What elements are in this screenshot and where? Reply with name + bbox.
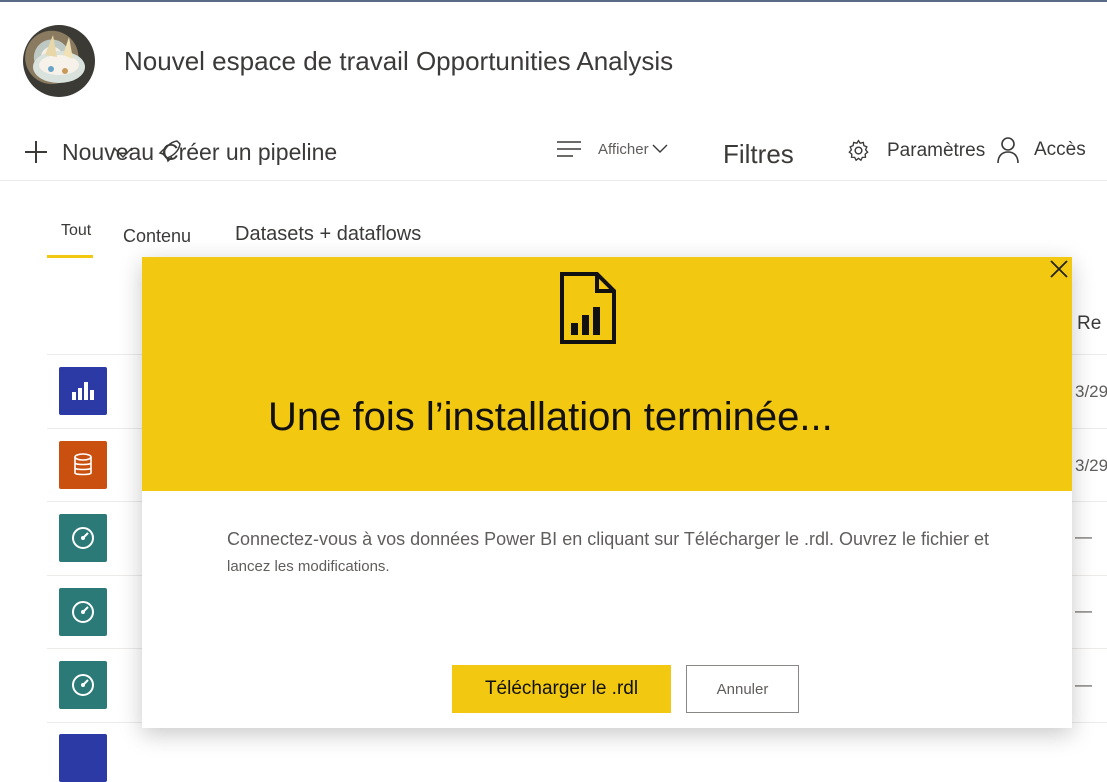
toolbar-divider (0, 180, 1107, 181)
row-date: — (1075, 527, 1092, 546)
download-rdl-button[interactable]: Télécharger le .rdl (452, 665, 671, 713)
chevron-down-icon (652, 144, 668, 153)
new-button[interactable]: Nouveau (22, 134, 154, 170)
person-icon (997, 137, 1019, 164)
access-button[interactable]: Accès (996, 136, 1086, 164)
gear-icon (848, 139, 869, 162)
tab-datasets-dataflows[interactable]: Datasets + dataflows (235, 223, 421, 246)
view-menu-label: Afficher (598, 140, 649, 158)
tab-content[interactable]: Contenu (123, 226, 191, 247)
lines-icon (557, 141, 581, 157)
view-menu-button[interactable]: Afficher (556, 139, 669, 159)
close-icon[interactable] (1048, 258, 1070, 280)
window-top-border (0, 0, 1107, 2)
row-date: 3/29 (1075, 456, 1107, 475)
report-chart-icon[interactable] (59, 734, 107, 782)
dialog-hero-banner: Une fois l’installation terminée... (142, 257, 1072, 491)
workspace-title: Nouvel espace de travail Opportunities A… (124, 46, 674, 76)
dialog-description-line2: lancez les modifications. (227, 558, 390, 575)
plus-icon (25, 141, 47, 163)
row-date: — (1075, 675, 1092, 694)
tab-all[interactable]: Tout (61, 222, 91, 240)
dashboard-gauge-icon[interactable] (59, 588, 107, 636)
new-button-label: Nouveau (62, 138, 155, 165)
settings-label: Paramètres (887, 139, 986, 161)
row-date: 3/29 (1075, 382, 1107, 401)
dialog-description: Connectez-vous à vos données Power BI en… (227, 525, 1077, 581)
cancel-button[interactable]: Annuler (686, 665, 799, 713)
dialog-description-line1: Connectez-vous à vos données Power BI en… (227, 529, 990, 549)
column-header-partial[interactable]: Re (1077, 313, 1101, 335)
download-rdl-dialog: Une fois l’installation terminée... Conn… (142, 257, 1072, 728)
access-label: Accès (1034, 139, 1086, 160)
report-chart-icon[interactable] (59, 367, 107, 415)
create-pipeline-label: Créer un pipeline (162, 139, 338, 165)
filters-button[interactable]: Filtres (723, 139, 794, 170)
row-date: — (1075, 601, 1092, 620)
dataset-database-icon[interactable] (59, 441, 107, 489)
tab-all-selected-indicator (47, 255, 93, 258)
dashboard-gauge-icon[interactable] (59, 514, 107, 562)
dialog-title: Une fois l’installation terminée... (268, 395, 833, 439)
dashboard-gauge-icon[interactable] (59, 661, 107, 709)
chevron-down-icon (113, 147, 133, 159)
paginated-report-icon (560, 272, 616, 344)
settings-button[interactable]: Paramètres (846, 138, 985, 163)
workspace-avatar (23, 25, 95, 97)
